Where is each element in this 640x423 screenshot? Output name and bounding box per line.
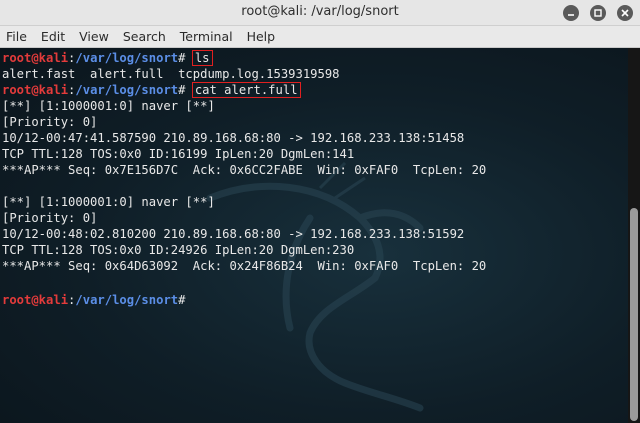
command-ls: ls <box>191 50 213 66</box>
menu-search[interactable]: Search <box>123 29 166 44</box>
alert1-ip: TCP TTL:128 TOS:0x0 ID:16199 IpLen:20 Dg… <box>2 147 355 161</box>
menu-view[interactable]: View <box>79 29 109 44</box>
alert1-tcp: ***AP*** Seq: 0x7E156D7C Ack: 0x6CC2FABE… <box>2 163 487 177</box>
terminal-window: root@kali: /var/log/snort File Edit View… <box>0 0 640 423</box>
maximize-icon <box>594 9 602 17</box>
alert1-priority: [Priority: 0] <box>2 115 98 129</box>
minimize-icon <box>568 14 574 16</box>
menu-file[interactable]: File <box>6 29 27 44</box>
text-cursor <box>193 290 200 304</box>
alert2-header: [**] [1:1000001:0] naver [**] <box>2 195 215 209</box>
ls-output: alert.fast alert.full tcpdump.log.153931… <box>2 67 340 81</box>
window-title: root@kali: /var/log/snort <box>241 4 399 19</box>
alert2-flow: 10/12-00:48:02.810200 210.89.168.68:80 -… <box>2 227 465 241</box>
alert2-tcp: ***AP*** Seq: 0x64D63092 Ack: 0x24F86B24… <box>2 259 487 273</box>
prompt-line-3: root@kali:/var/log/snort# <box>2 290 486 307</box>
maximize-button[interactable] <box>590 5 606 21</box>
terminal-area[interactable]: root@kali:/var/log/snort# ls alert.fast … <box>0 48 628 423</box>
scrollbar-thumb[interactable] <box>630 208 638 421</box>
prompt-line-1: root@kali:/var/log/snort# ls <box>2 50 213 66</box>
menu-help[interactable]: Help <box>247 29 276 44</box>
alert1-header: [**] [1:1000001:0] naver [**] <box>2 99 215 113</box>
title-bar[interactable]: root@kali: /var/log/snort <box>0 0 640 26</box>
prompt-line-2: root@kali:/var/log/snort# cat alert.full <box>2 82 301 98</box>
command-cat: cat alert.full <box>191 82 301 98</box>
alert2-priority: [Priority: 0] <box>2 211 98 225</box>
close-button[interactable] <box>617 5 633 21</box>
minimize-button[interactable] <box>563 5 579 21</box>
menu-terminal[interactable]: Terminal <box>180 29 233 44</box>
close-icon <box>621 9 629 17</box>
alert2-ip: TCP TTL:128 TOS:0x0 ID:24926 IpLen:20 Dg… <box>2 243 355 257</box>
scrollbar[interactable] <box>628 48 640 423</box>
menu-edit[interactable]: Edit <box>41 29 65 44</box>
alert1-flow: 10/12-00:47:41.587590 210.89.168.68:80 -… <box>2 131 465 145</box>
menu-bar: File Edit View Search Terminal Help <box>0 26 640 48</box>
